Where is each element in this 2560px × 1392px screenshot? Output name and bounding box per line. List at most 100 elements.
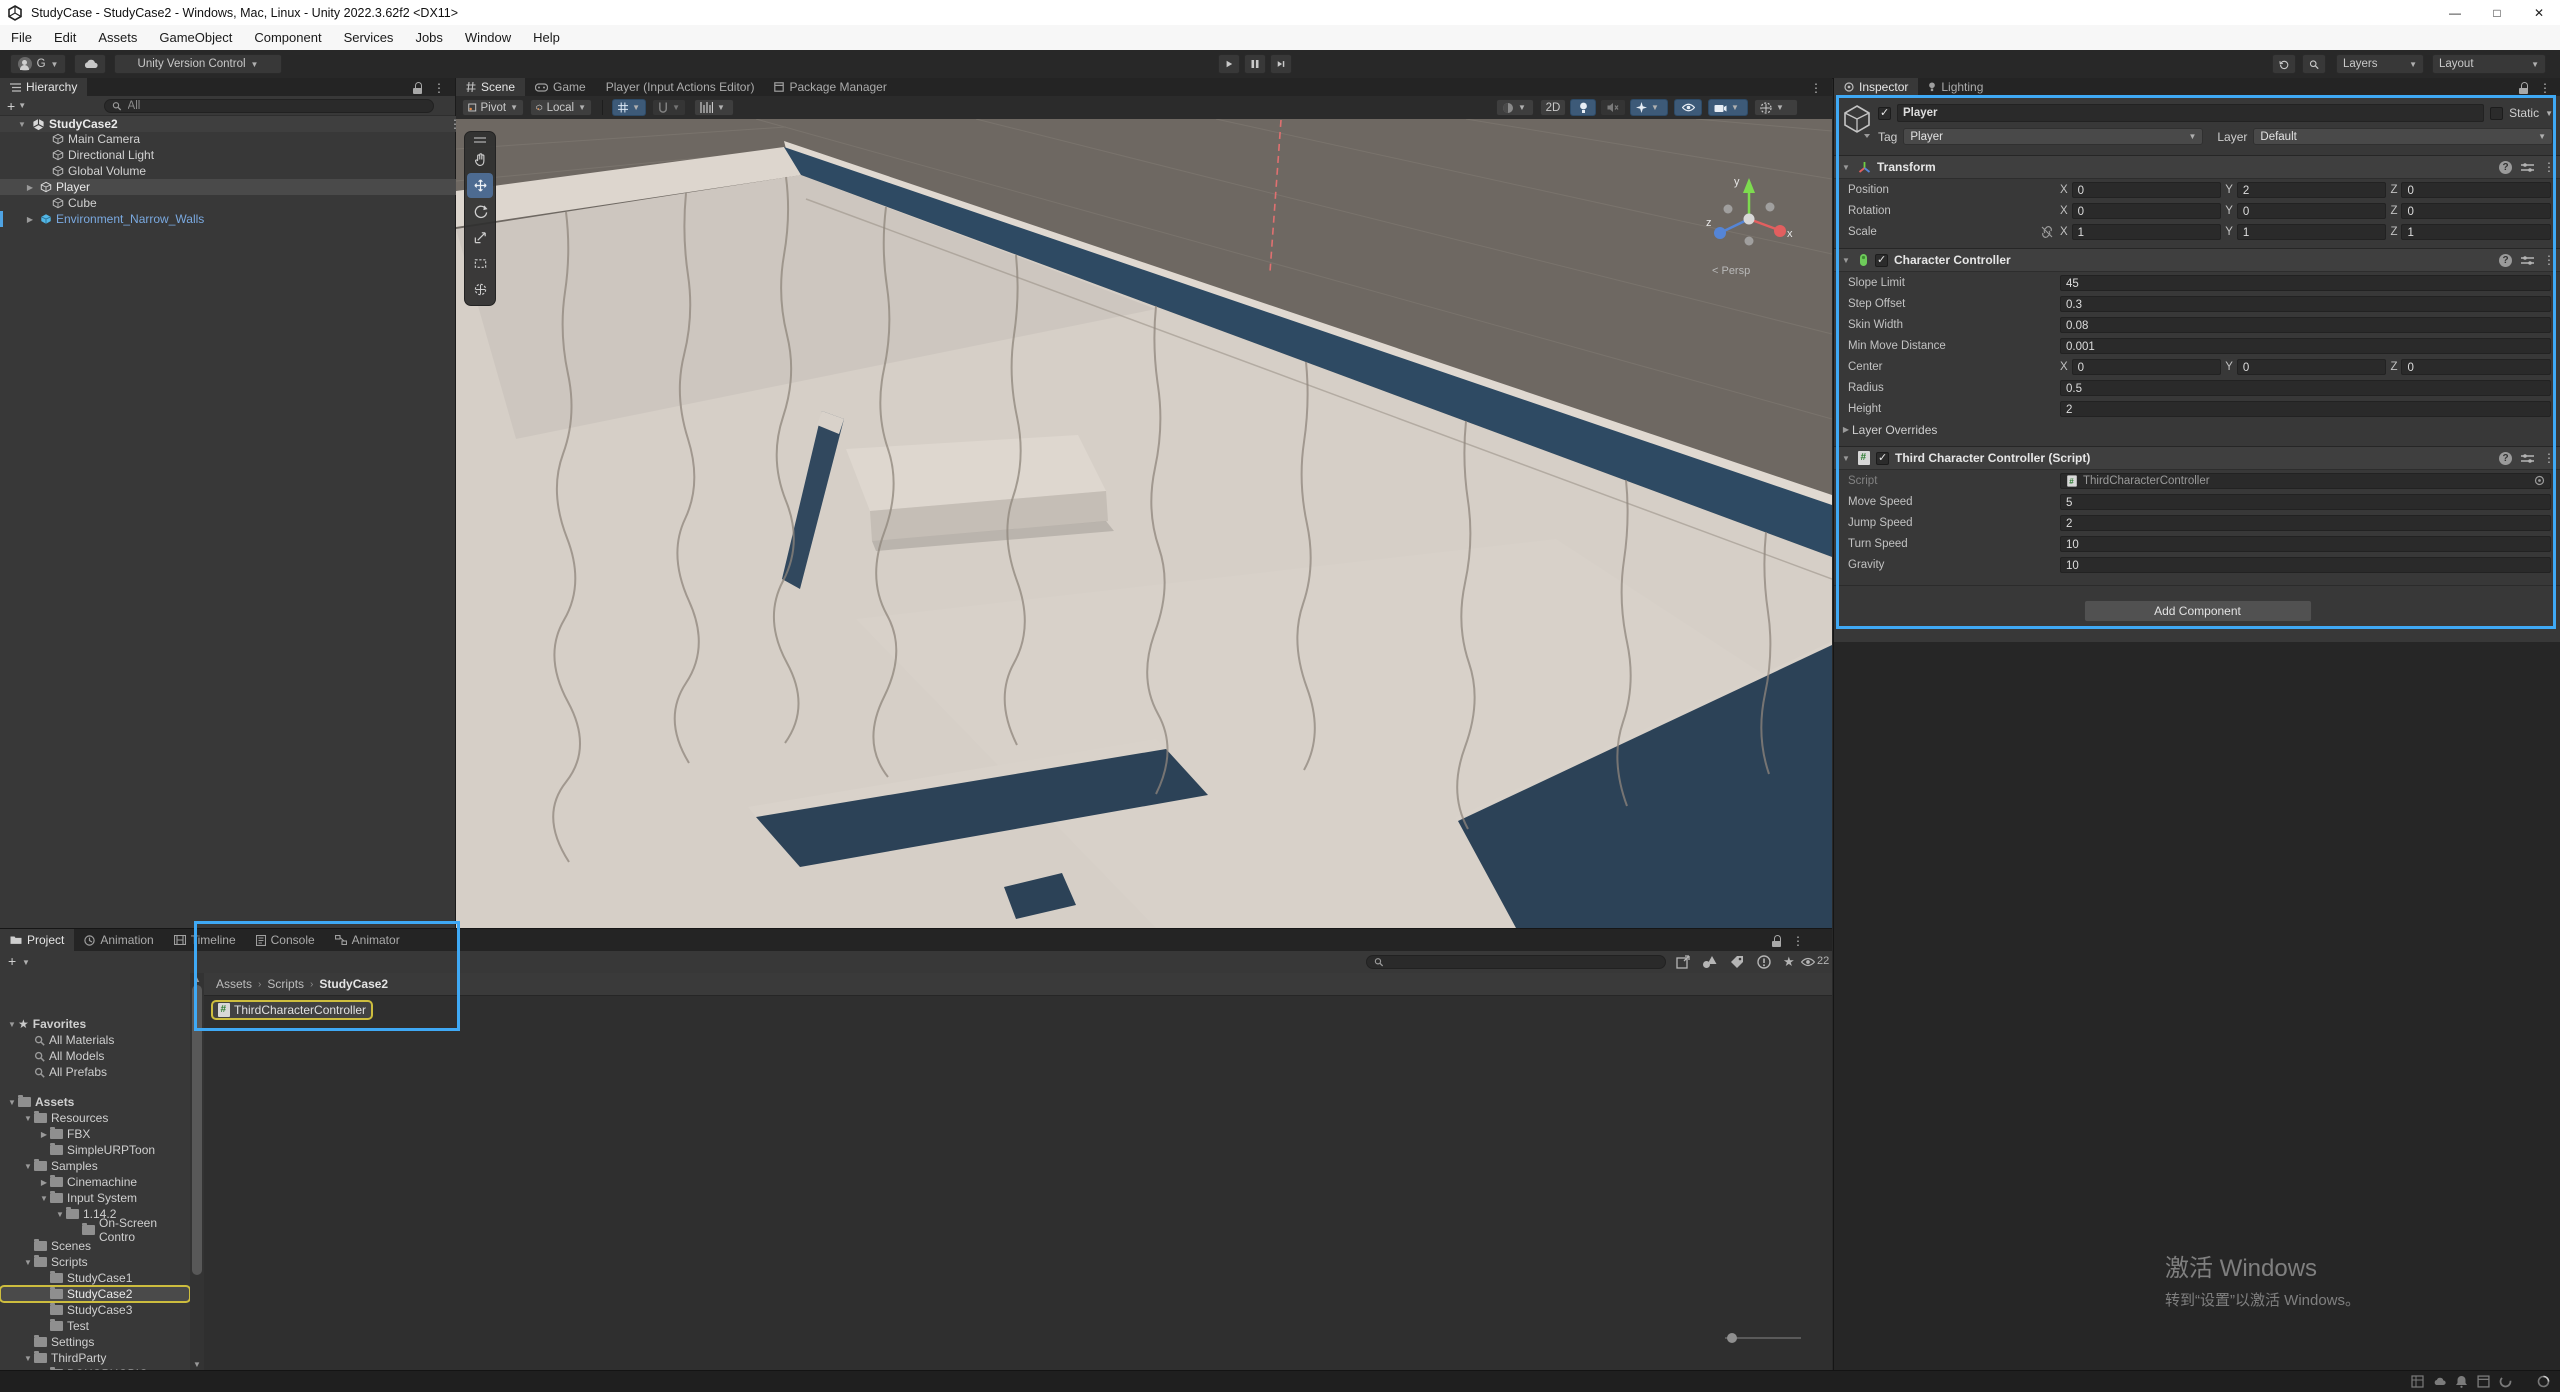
- panel-menu-icon[interactable]: ⋮: [433, 81, 445, 95]
- play-button[interactable]: [1218, 54, 1240, 74]
- gameobject-name-field[interactable]: [1897, 104, 2484, 122]
- menu-window[interactable]: Window: [454, 25, 522, 50]
- add-component-button[interactable]: Add Component: [2084, 600, 2312, 622]
- gameobject-icon[interactable]: [1842, 104, 1872, 138]
- character-controller-header[interactable]: ▼ Character Controller ? ⋮: [1834, 248, 2560, 272]
- tree-resources[interactable]: ▼Resources: [0, 1110, 190, 1126]
- hierarchy-item-player[interactable]: ▶ Player: [0, 179, 479, 195]
- camera-settings-dropdown[interactable]: ▼: [1708, 99, 1748, 116]
- tree-all-prefabs[interactable]: All Prefabs: [0, 1064, 190, 1080]
- menu-services[interactable]: Services: [333, 25, 405, 50]
- tab-timeline[interactable]: Timeline: [164, 929, 246, 951]
- rotation-y-field[interactable]: 0: [2237, 203, 2387, 219]
- tree-on-screen-controls[interactable]: On-Screen Contro: [0, 1222, 190, 1238]
- scale-tool[interactable]: [467, 225, 493, 250]
- open-in-search-icon[interactable]: [1676, 955, 1690, 969]
- gravity-field[interactable]: 10: [2060, 557, 2551, 573]
- lighting-toggle[interactable]: [1570, 99, 1596, 116]
- tree-scrollbar[interactable]: ▲ ▼: [190, 973, 204, 1371]
- component-enabled-checkbox[interactable]: [1876, 452, 1889, 465]
- help-icon[interactable]: ?: [2499, 161, 2512, 174]
- scrollbar-thumb[interactable]: [192, 985, 202, 1275]
- filter-by-label-icon[interactable]: [1730, 955, 1744, 969]
- transform-header[interactable]: ▼ Transform ? ⋮: [1834, 155, 2560, 179]
- tree-scenes[interactable]: Scenes: [0, 1238, 190, 1254]
- skin-width-field[interactable]: 0.08: [2060, 317, 2551, 333]
- close-button[interactable]: ✕: [2518, 0, 2560, 25]
- scale-x-field[interactable]: 1: [2072, 224, 2222, 240]
- rotation-x-field[interactable]: 0: [2072, 203, 2222, 219]
- status-package-icon[interactable]: [2477, 1375, 2490, 1388]
- lock-icon[interactable]: [413, 82, 423, 94]
- effects-dropdown[interactable]: ▼: [1630, 99, 1668, 116]
- tab-animator[interactable]: Animator: [325, 929, 410, 951]
- scale-y-field[interactable]: 1: [2237, 224, 2387, 240]
- active-checkbox[interactable]: [1878, 107, 1891, 120]
- hierarchy-item-global-volume[interactable]: Global Volume: [0, 163, 491, 179]
- component-menu-icon[interactable]: ⋮: [2543, 253, 2555, 267]
- tab-input-actions-editor[interactable]: Player (Input Actions Editor): [596, 78, 765, 96]
- hierarchy-item-cube[interactable]: Cube: [0, 195, 491, 211]
- radius-field[interactable]: 0.5: [2060, 380, 2551, 396]
- tree-favorites[interactable]: ▼★Favorites: [0, 1016, 190, 1032]
- palette-handle-icon[interactable]: [473, 136, 487, 144]
- height-field[interactable]: 2: [2060, 401, 2551, 417]
- tab-animation[interactable]: Animation: [74, 929, 163, 951]
- hierarchy-search-input[interactable]: [126, 99, 427, 113]
- tab-scene[interactable]: Scene: [456, 78, 525, 96]
- icon-size-slider[interactable]: [1725, 1333, 1801, 1343]
- status-bell-icon[interactable]: [2455, 1375, 2468, 1388]
- menu-edit[interactable]: Edit: [43, 25, 87, 50]
- rotation-z-field[interactable]: 0: [2401, 203, 2551, 219]
- pivot-toggle[interactable]: Pivot▼: [462, 99, 524, 116]
- tree-fbx[interactable]: ▶FBX: [0, 1126, 190, 1142]
- hierarchy-item-main-camera[interactable]: Main Camera: [0, 131, 491, 147]
- lock-icon[interactable]: [2519, 82, 2529, 94]
- hidden-count-eye-icon[interactable]: [1801, 957, 1815, 967]
- tree-studycase3[interactable]: StudyCase3: [0, 1302, 190, 1318]
- favorites-star-icon[interactable]: ★: [1783, 954, 1795, 970]
- min-move-distance-field[interactable]: 0.001: [2060, 338, 2551, 354]
- pause-button[interactable]: [1244, 54, 1266, 74]
- scene-visibility-toggle[interactable]: [1674, 99, 1702, 116]
- search-button[interactable]: [2302, 54, 2326, 74]
- center-x-field[interactable]: 0: [2072, 359, 2222, 375]
- breadcrumb-assets[interactable]: Assets: [216, 977, 252, 991]
- grid-snapping-toggle[interactable]: ▼: [612, 99, 646, 116]
- tab-project[interactable]: Project: [0, 929, 74, 951]
- move-tool[interactable]: [467, 173, 493, 198]
- center-z-field[interactable]: 0: [2401, 359, 2551, 375]
- tree-scripts[interactable]: ▼Scripts: [0, 1254, 190, 1270]
- tag-dropdown[interactable]: Player▼: [1903, 128, 2203, 145]
- tab-console[interactable]: Console: [246, 929, 325, 951]
- create-asset-button[interactable]: +: [8, 953, 16, 969]
- version-control-dropdown[interactable]: Unity Version Control▼: [114, 54, 282, 74]
- tree-assets[interactable]: ▼Assets: [0, 1094, 190, 1110]
- help-icon[interactable]: ?: [2499, 452, 2512, 465]
- move-speed-field[interactable]: 5: [2060, 494, 2551, 510]
- fold-open-icon[interactable]: ▼: [1840, 163, 1852, 172]
- scene-viewport[interactable]: y z x < Persp: [456, 119, 1832, 928]
- static-caret-icon[interactable]: ▼: [2545, 109, 2553, 118]
- project-search[interactable]: [1366, 955, 1666, 969]
- fold-closed-icon[interactable]: ▶: [1840, 425, 1852, 434]
- tree-all-materials[interactable]: All Materials: [0, 1032, 190, 1048]
- panel-menu-icon[interactable]: ⋮: [1810, 81, 1822, 95]
- menu-assets[interactable]: Assets: [87, 25, 148, 50]
- audio-toggle[interactable]: [1600, 99, 1626, 116]
- step-button[interactable]: [1270, 54, 1292, 74]
- orientation-gizmo[interactable]: y z x: [1704, 171, 1794, 261]
- fold-closed-icon[interactable]: ▶: [24, 183, 36, 192]
- account-button[interactable]: G▼: [10, 54, 66, 74]
- hierarchy-scene-row[interactable]: ▼ StudyCase2 ⋮: [0, 116, 471, 132]
- hierarchy-item-directional-light[interactable]: Directional Light: [0, 147, 491, 163]
- position-y-field[interactable]: 2: [2237, 182, 2387, 198]
- 2d-toggle[interactable]: 2D: [1540, 99, 1566, 116]
- status-progress-icon[interactable]: [2537, 1375, 2550, 1388]
- layout-dropdown[interactable]: Layout▼: [2432, 54, 2546, 74]
- tree-settings[interactable]: Settings: [0, 1334, 190, 1350]
- component-enabled-checkbox[interactable]: [1875, 254, 1888, 267]
- status-activity-icon[interactable]: [2499, 1375, 2512, 1388]
- scale-link-icon[interactable]: [2040, 226, 2054, 238]
- tree-all-models[interactable]: All Models: [0, 1048, 190, 1064]
